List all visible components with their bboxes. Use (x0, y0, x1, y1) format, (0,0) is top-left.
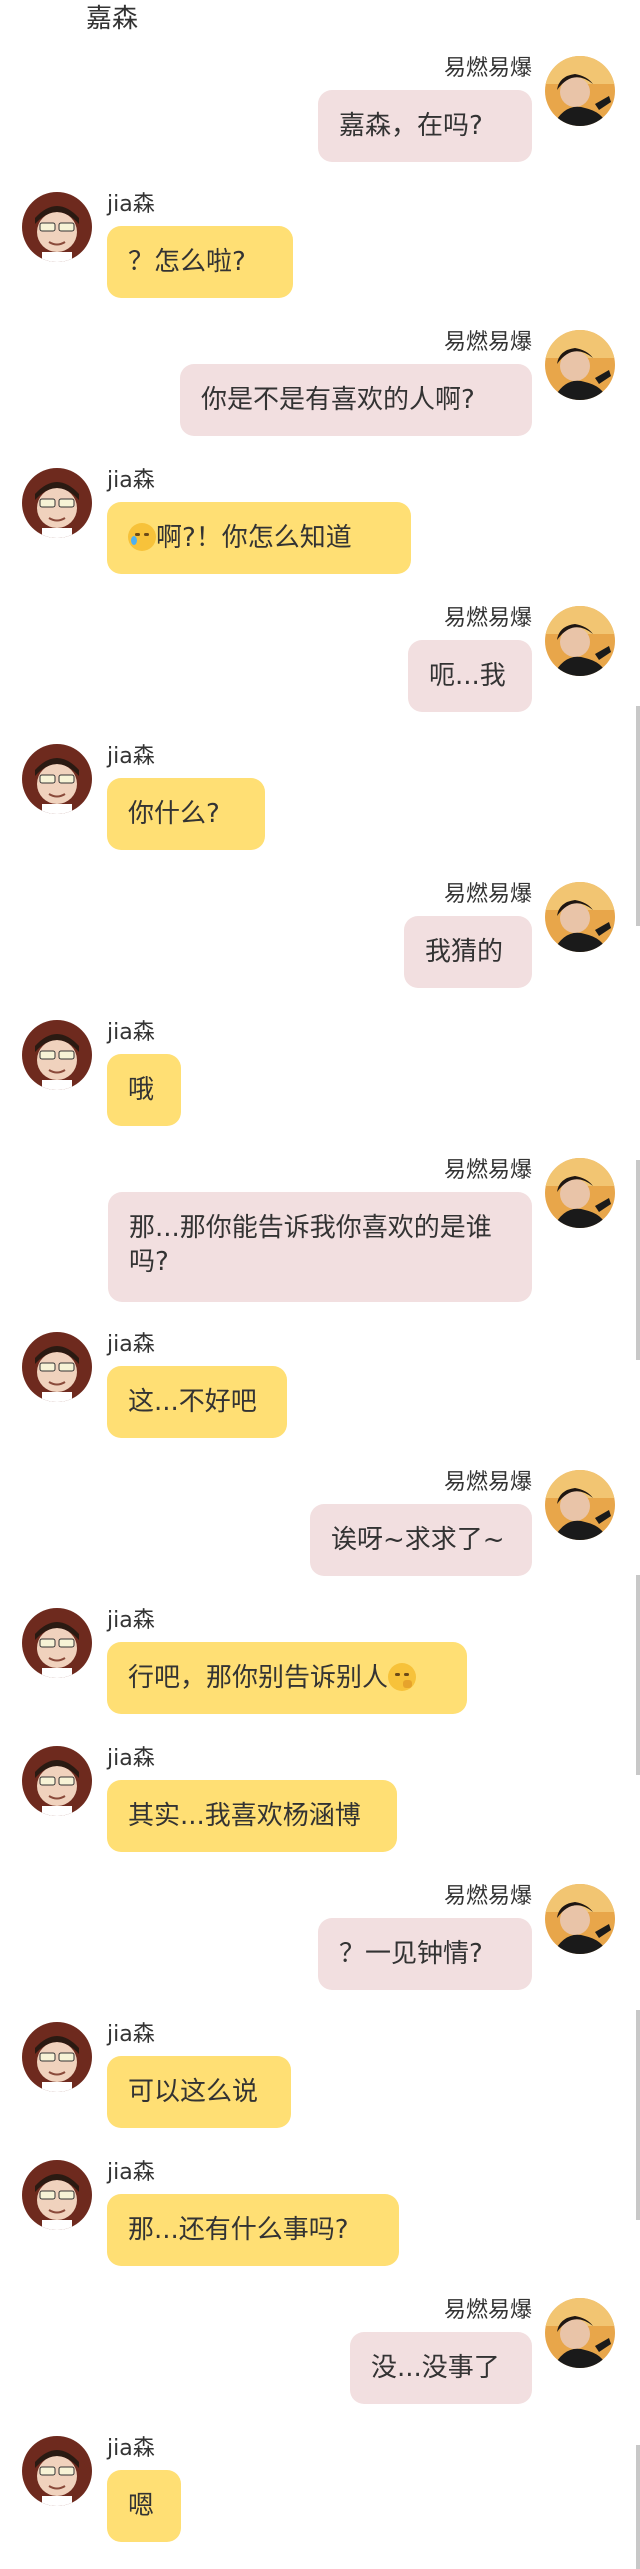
contact-avatar[interactable] (22, 1332, 92, 1402)
self-avatar[interactable] (545, 1158, 615, 1228)
message-text: 没...没事了 (371, 2353, 500, 2383)
message-bubble[interactable]: 啊?！你怎么知道 (107, 502, 411, 574)
message-bubble[interactable]: 那...还有什么事吗? (107, 2194, 399, 2266)
sender-name: jia森 (107, 1746, 155, 1771)
sender-name: jia森 (107, 468, 155, 493)
self-avatar[interactable] (545, 1884, 615, 1954)
message-bubble[interactable]: ？一见钟情? (318, 1918, 532, 1990)
contact-avatar[interactable] (22, 468, 92, 538)
scrollbar-thumb[interactable] (636, 706, 640, 926)
message-text: 你是不是有喜欢的人啊? (201, 385, 475, 415)
message-text: 啊?！你怎么知道 (156, 523, 352, 553)
message-text: ？一见钟情? (339, 1939, 483, 1969)
message-bubble[interactable]: 那...那你能告诉我你喜欢的是谁吗? (108, 1192, 532, 1302)
contact-avatar[interactable] (22, 2160, 92, 2230)
message-bubble[interactable]: 行吧，那你别告诉别人 (107, 1642, 467, 1714)
message-bubble[interactable]: 这...不好吧 (107, 1366, 287, 1438)
sender-name: 易燃易爆 (443, 1884, 532, 1909)
sender-name: jia森 (107, 1020, 155, 1045)
message-text: 行吧，那你别告诉别人 (128, 1663, 389, 1693)
message-bubble[interactable]: 你是不是有喜欢的人啊? (180, 364, 532, 436)
sender-name: jia森 (107, 1332, 155, 1357)
message-text: 这...不好吧 (128, 1387, 257, 1417)
self-avatar[interactable] (545, 330, 615, 400)
sender-name: jia森 (107, 1608, 155, 1633)
message-bubble[interactable]: 可以这么说 (107, 2056, 291, 2128)
message-bubble[interactable]: 我猜的 (404, 916, 532, 988)
message-row: 易燃易爆呃...我 (0, 606, 640, 718)
message-row: 易燃易爆嘉森，在吗? (0, 56, 640, 168)
message-text: 可以这么说 (128, 2077, 259, 2107)
message-row: 易燃易爆诶呀~求求了~ (0, 1470, 640, 1582)
message-row: jia森这...不好吧 (0, 1332, 640, 1444)
message-row: jia森 ？怎么啦? (0, 192, 640, 304)
message-bubble[interactable]: 诶呀~求求了~ (310, 1504, 532, 1576)
chat-transcript: 嘉森 易燃易爆 嘉森，在吗? jia森 ？怎么啦? 易燃易爆 你是不是有喜欢的人啊? jia… (0, 0, 640, 2569)
contact-avatar[interactable] (22, 192, 92, 262)
message-bubble[interactable]: 你什么? (107, 778, 265, 850)
sender-name: jia森 (107, 2022, 155, 2047)
message-bubble[interactable]: 没...没事了 (350, 2332, 532, 2404)
message-bubble[interactable]: 哦 (107, 1054, 181, 1126)
sender-name: jia森 (107, 192, 155, 217)
message-row: 易燃易爆 ？一见钟情? (0, 1884, 640, 1996)
message-row: jia森你什么? (0, 744, 640, 856)
scrollbar-thumb[interactable] (636, 1575, 640, 1775)
self-avatar[interactable] (545, 56, 615, 126)
sender-name: 易燃易爆 (443, 330, 532, 355)
sender-name: 易燃易爆 (443, 882, 532, 907)
self-avatar[interactable] (545, 2298, 615, 2368)
contact-avatar[interactable] (22, 1020, 92, 1090)
contact-avatar[interactable] (22, 744, 92, 814)
message-text: 那...那你能告诉我你喜欢的是谁吗? (129, 1213, 492, 1277)
self-avatar[interactable] (545, 1470, 615, 1540)
message-text: 那...还有什么事吗? (128, 2215, 349, 2245)
message-row: 易燃易爆那...那你能告诉我你喜欢的是谁吗? (0, 1158, 640, 1308)
message-text: ？怎么啦? (128, 247, 246, 277)
message-row: 易燃易爆我猜的 (0, 882, 640, 994)
contact-avatar[interactable] (22, 2022, 92, 2092)
crying-face-icon (128, 523, 156, 551)
message-row: jia森可以这么说 (0, 2022, 640, 2134)
message-text: 嘉森，在吗? (339, 111, 483, 141)
message-text: 我猜的 (425, 937, 504, 967)
message-row: jia森那...还有什么事吗? (0, 2160, 640, 2272)
message-bubble[interactable]: 呃...我 (408, 640, 532, 712)
sender-name: jia森 (107, 744, 155, 769)
sender-name: jia森 (107, 2160, 155, 2185)
message-row: jia森其实...我喜欢杨涵博 (0, 1746, 640, 1858)
message-row: 易燃易爆没...没事了 (0, 2298, 640, 2410)
message-bubble[interactable]: 嘉森，在吗? (318, 90, 532, 162)
message-text: 诶呀~求求了~ (331, 1525, 505, 1555)
shushing-face-icon (388, 1663, 417, 1691)
sender-name: jia森 (107, 2436, 155, 2461)
sender-name: 易燃易爆 (443, 606, 532, 631)
scrollbar-thumb[interactable] (636, 2010, 640, 2220)
contact-avatar[interactable] (22, 1608, 92, 1678)
message-text: 嗯 (128, 2491, 155, 2521)
message-row: 易燃易爆你是不是有喜欢的人啊? (0, 330, 640, 442)
message-row: jia森哦 (0, 1020, 640, 1132)
chat-title: 嘉森 (86, 4, 139, 34)
scrollbar-thumb[interactable] (636, 2445, 640, 2569)
message-row: jia森嗯 (0, 2436, 640, 2548)
scrollbar-thumb[interactable] (636, 1160, 640, 1360)
message-bubble[interactable]: ？怎么啦? (107, 226, 293, 298)
message-text: 其实...我喜欢杨涵博 (128, 1801, 361, 1831)
sender-name: 易燃易爆 (443, 56, 532, 81)
self-avatar[interactable] (545, 606, 615, 676)
sender-name: 易燃易爆 (443, 1470, 532, 1495)
message-row: jia森啊?！你怎么知道 (0, 468, 640, 580)
message-text: 哦 (128, 1075, 155, 1105)
message-row: jia森行吧，那你别告诉别人 (0, 1608, 640, 1720)
message-text: 你什么? (128, 799, 220, 829)
message-text: 呃...我 (429, 661, 506, 691)
contact-avatar[interactable] (22, 2436, 92, 2506)
sender-name: 易燃易爆 (443, 1158, 532, 1183)
message-bubble[interactable]: 其实...我喜欢杨涵博 (107, 1780, 397, 1852)
contact-avatar[interactable] (22, 1746, 92, 1816)
self-avatar[interactable] (545, 882, 615, 952)
message-bubble[interactable]: 嗯 (107, 2470, 181, 2542)
sender-name: 易燃易爆 (443, 2298, 532, 2323)
